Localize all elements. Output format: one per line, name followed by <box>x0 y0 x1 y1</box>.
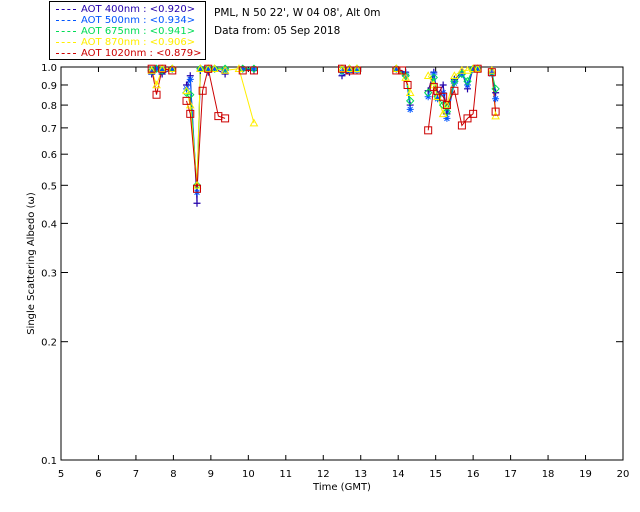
data-point-1020 <box>221 114 230 123</box>
y-tick-label: 1.0 <box>41 63 57 74</box>
legend-swatch-1020 <box>56 53 76 54</box>
data-point-400 <box>193 199 201 207</box>
x-tick-label: 12 <box>317 469 330 480</box>
site-info: PML, N 50 22', W 04 08', Alt 0m <box>214 7 381 19</box>
legend-label-675: AOT 675nm : <0.941> <box>81 26 196 37</box>
y-tick-label: 0.4 <box>41 219 57 230</box>
legend: AOT 400nm : <0.920> AOT 500nm : <0.934> … <box>49 1 206 60</box>
legend-item-675: AOT 675nm : <0.941> <box>50 26 205 37</box>
legend-swatch-870 <box>56 42 76 43</box>
legend-swatch-675 <box>56 31 76 32</box>
data-point-500 <box>492 95 500 103</box>
y-tick-label: 0.5 <box>41 181 57 192</box>
legend-item-870: AOT 870nm : <0.906> <box>50 37 205 48</box>
y-tick-label: 0.1 <box>41 456 57 467</box>
series-line-870 <box>186 68 255 186</box>
x-axis-label: Time (GMT) <box>312 482 371 493</box>
plot-frame <box>60 66 624 461</box>
legend-item-400: AOT 400nm : <0.920> <box>50 4 205 15</box>
legend-label-870: AOT 870nm : <0.906> <box>81 37 196 48</box>
x-tick-label: 13 <box>354 469 367 480</box>
legend-label-400: AOT 400nm : <0.920> <box>81 4 196 15</box>
legend-item-1020: AOT 1020nm : <0.879> <box>50 48 205 59</box>
y-tick-label: 0.7 <box>41 124 57 135</box>
x-tick-label: 19 <box>579 469 592 480</box>
x-tick-label: 5 <box>58 469 64 480</box>
data-point-500 <box>186 75 194 83</box>
legend-label-1020: AOT 1020nm : <0.879> <box>81 48 202 59</box>
y-tick-label: 0.2 <box>41 338 57 349</box>
x-tick-label: 16 <box>467 469 480 480</box>
x-tick-label: 10 <box>242 469 255 480</box>
y-tick-label: 0.3 <box>41 268 57 279</box>
x-tick-label: 11 <box>279 469 292 480</box>
legend-item-500: AOT 500nm : <0.934> <box>50 15 205 26</box>
x-tick-label: 20 <box>617 469 630 480</box>
y-tick-label: 0.8 <box>41 101 57 112</box>
data-point-870 <box>423 71 433 80</box>
x-tick-label: 17 <box>504 469 517 480</box>
legend-label-500: AOT 500nm : <0.934> <box>81 15 196 26</box>
x-tick-label: 18 <box>542 469 555 480</box>
x-tick-label: 9 <box>208 469 214 480</box>
y-tick-label: 0.9 <box>41 81 57 92</box>
x-tick-label: 14 <box>392 469 405 480</box>
x-tick-label: 8 <box>170 469 176 480</box>
x-tick-label: 7 <box>133 469 139 480</box>
x-tick-label: 6 <box>95 469 101 480</box>
data-point-500 <box>443 114 451 122</box>
legend-swatch-400 <box>56 9 76 10</box>
chart-canvas: 5 6 7 8 9 10 11 12 13 14 15 16 17 18 19 20 1.0 0.9 0.8 0.7 0… <box>26 63 630 493</box>
y-tick-label: 0.6 <box>41 150 57 161</box>
data-point-500 <box>406 105 414 113</box>
x-tick-label: 15 <box>429 469 442 480</box>
legend-swatch-500 <box>56 20 76 21</box>
data-point-500 <box>250 65 258 73</box>
y-axis-label: Single Scattering Albedo (ω) <box>26 192 37 335</box>
date-info: Data from: 05 Sep 2018 <box>214 25 341 37</box>
